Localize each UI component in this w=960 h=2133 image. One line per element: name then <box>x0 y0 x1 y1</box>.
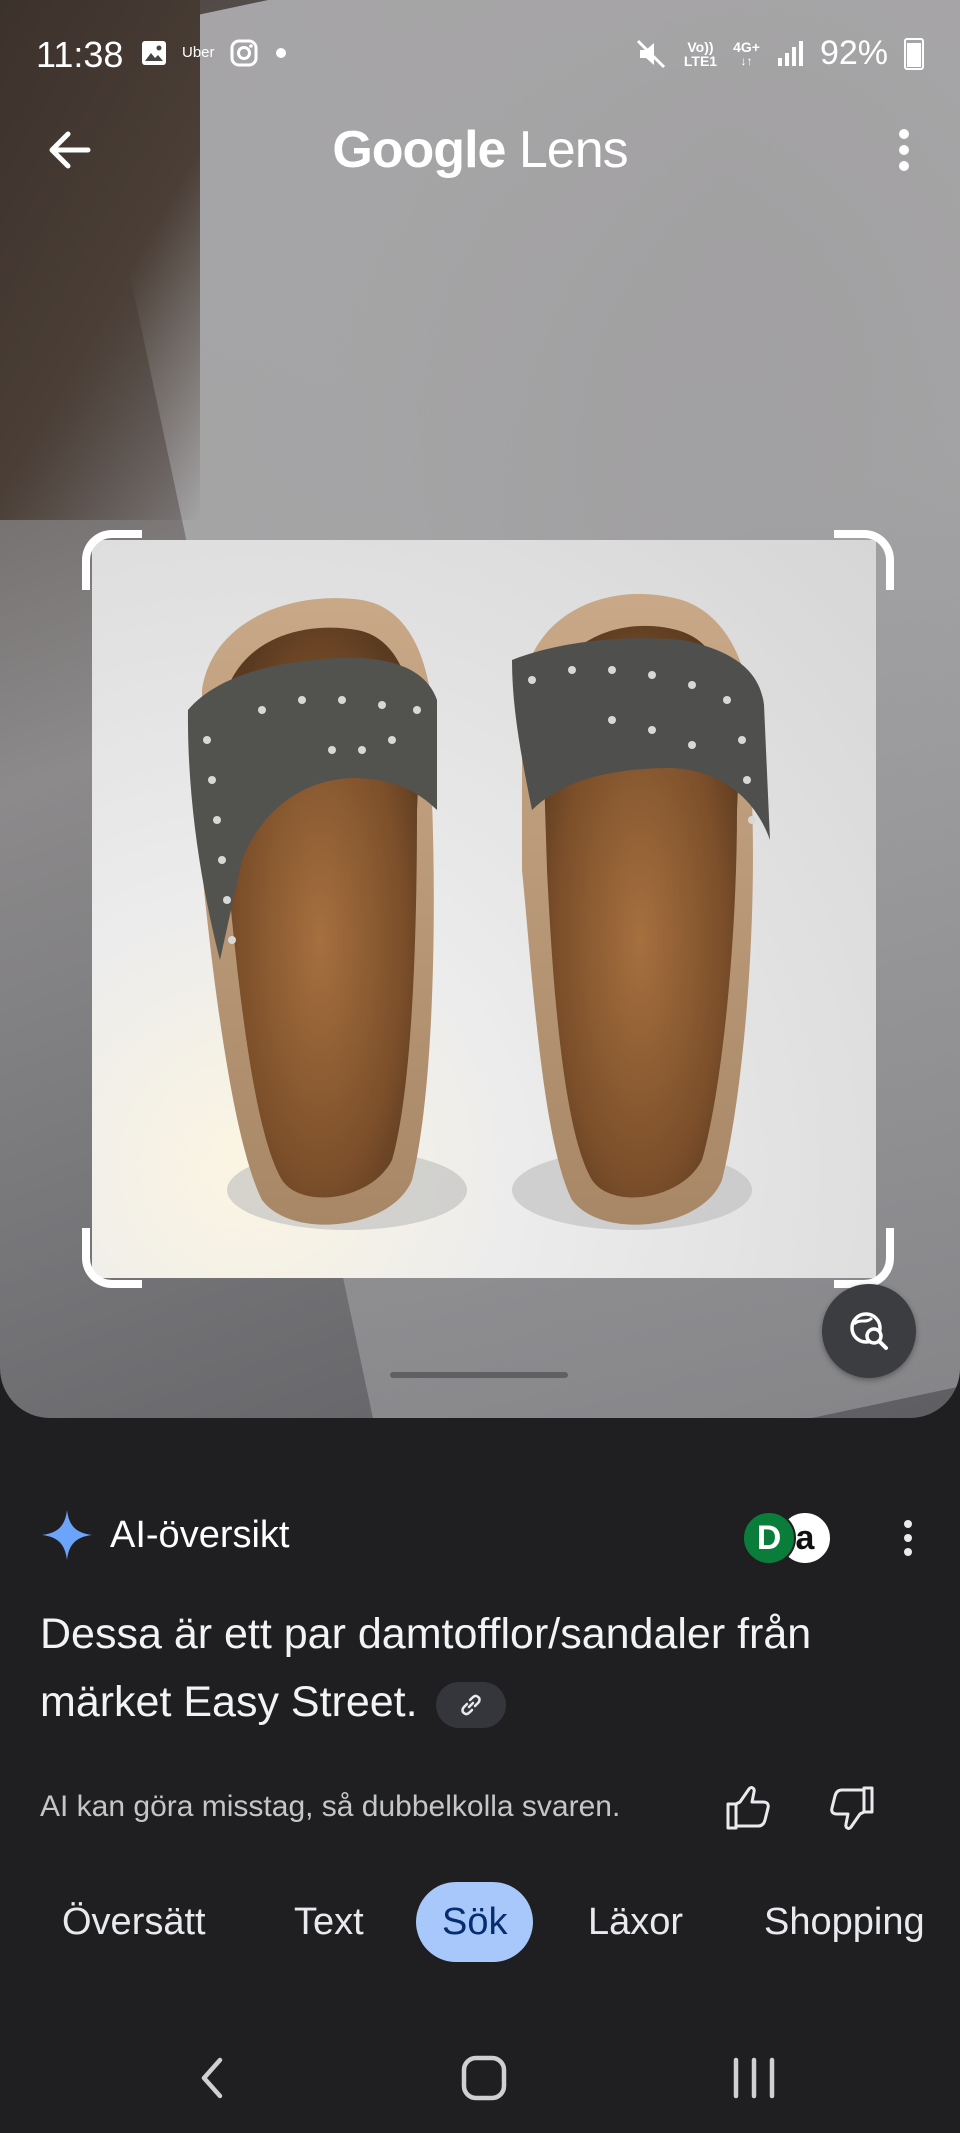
system-nav-bar <box>0 2030 960 2120</box>
tab-shopping[interactable]: Shopping <box>764 1882 925 1962</box>
ai-disclaimer: AI kan göra misstag, så dubbelkolla svar… <box>40 1790 621 1823</box>
ai-overview-header: AI-översikt D a <box>40 1508 920 1568</box>
source-favicons[interactable]: D a <box>742 1511 832 1565</box>
gallery-icon <box>142 41 166 65</box>
crop-handle-top-right[interactable] <box>834 530 894 590</box>
system-icons: Vo)) LTE1 4G+ ↓↑ 92% <box>634 34 924 73</box>
mute-icon <box>636 39 665 68</box>
ai-more-vert-icon[interactable] <box>888 1512 928 1564</box>
more-vert-icon[interactable] <box>884 120 924 180</box>
sheet-drag-handle[interactable] <box>390 1372 568 1378</box>
tab-translate[interactable]: Översätt <box>62 1882 206 1962</box>
crop-handle-bottom-left[interactable] <box>82 1228 142 1288</box>
battery-percent: 92% <box>819 34 888 72</box>
image-search-icon <box>850 1312 888 1350</box>
link-icon <box>460 1694 481 1715</box>
nav-recents-icon[interactable] <box>724 2048 784 2108</box>
thumbs-down-icon[interactable] <box>826 1782 878 1834</box>
lens-mode-tabs: Översätt Text Sök Läxor Shopping <box>0 1882 960 1962</box>
status-time: 11:38 <box>36 34 124 75</box>
app-bar: Google Lens <box>0 110 960 190</box>
battery-icon <box>904 37 924 70</box>
source-link-chip[interactable] <box>435 1681 506 1728</box>
thumbs-up-icon[interactable] <box>722 1782 774 1834</box>
answer-line-2: märket Easy Street. <box>40 1678 418 1726</box>
google-logo-text: Google <box>332 121 506 179</box>
tab-search[interactable]: Sök <box>416 1882 534 1962</box>
camera-viewer[interactable]: 11:38 Uber Vo)) LTE1 4G+ ↓↑ 92% Google L… <box>0 0 960 1418</box>
gemini-sparkle-icon <box>42 1510 92 1560</box>
selected-image[interactable] <box>92 540 876 1278</box>
ai-overview-answer: Dessa är ett par damtofflor/sandaler frå… <box>40 1600 920 1736</box>
answer-line-1: Dessa är ett par damtofflor/sandaler frå… <box>40 1610 812 1658</box>
nav-home-icon[interactable] <box>454 2048 514 2108</box>
tab-text[interactable]: Text <box>294 1882 364 1962</box>
app-title: Google Lens <box>0 120 960 180</box>
ai-overview-title: AI-översikt <box>110 1514 290 1556</box>
notification-icons: Uber <box>140 38 289 68</box>
tab-homework[interactable]: Läxor <box>588 1882 683 1962</box>
crop-handle-top-left[interactable] <box>82 530 142 590</box>
dot-icon <box>275 48 286 58</box>
instagram-icon <box>230 39 258 67</box>
search-screen-button[interactable] <box>822 1284 916 1378</box>
data-icon: 4G+ ↓↑ <box>733 38 760 68</box>
volte-icon: Vo)) LTE1 <box>683 38 718 69</box>
source-d-icon[interactable]: D <box>742 1511 796 1565</box>
sandals-photo <box>187 594 770 1230</box>
nav-back-icon[interactable] <box>184 2048 244 2108</box>
status-bar: 11:38 Uber Vo)) LTE1 4G+ ↓↑ 92% <box>0 0 960 108</box>
crop-handle-bottom-right[interactable] <box>834 1228 894 1288</box>
signal-icon <box>777 40 803 66</box>
uber-icon: Uber <box>182 44 215 61</box>
lens-logo-text: Lens <box>505 121 629 179</box>
